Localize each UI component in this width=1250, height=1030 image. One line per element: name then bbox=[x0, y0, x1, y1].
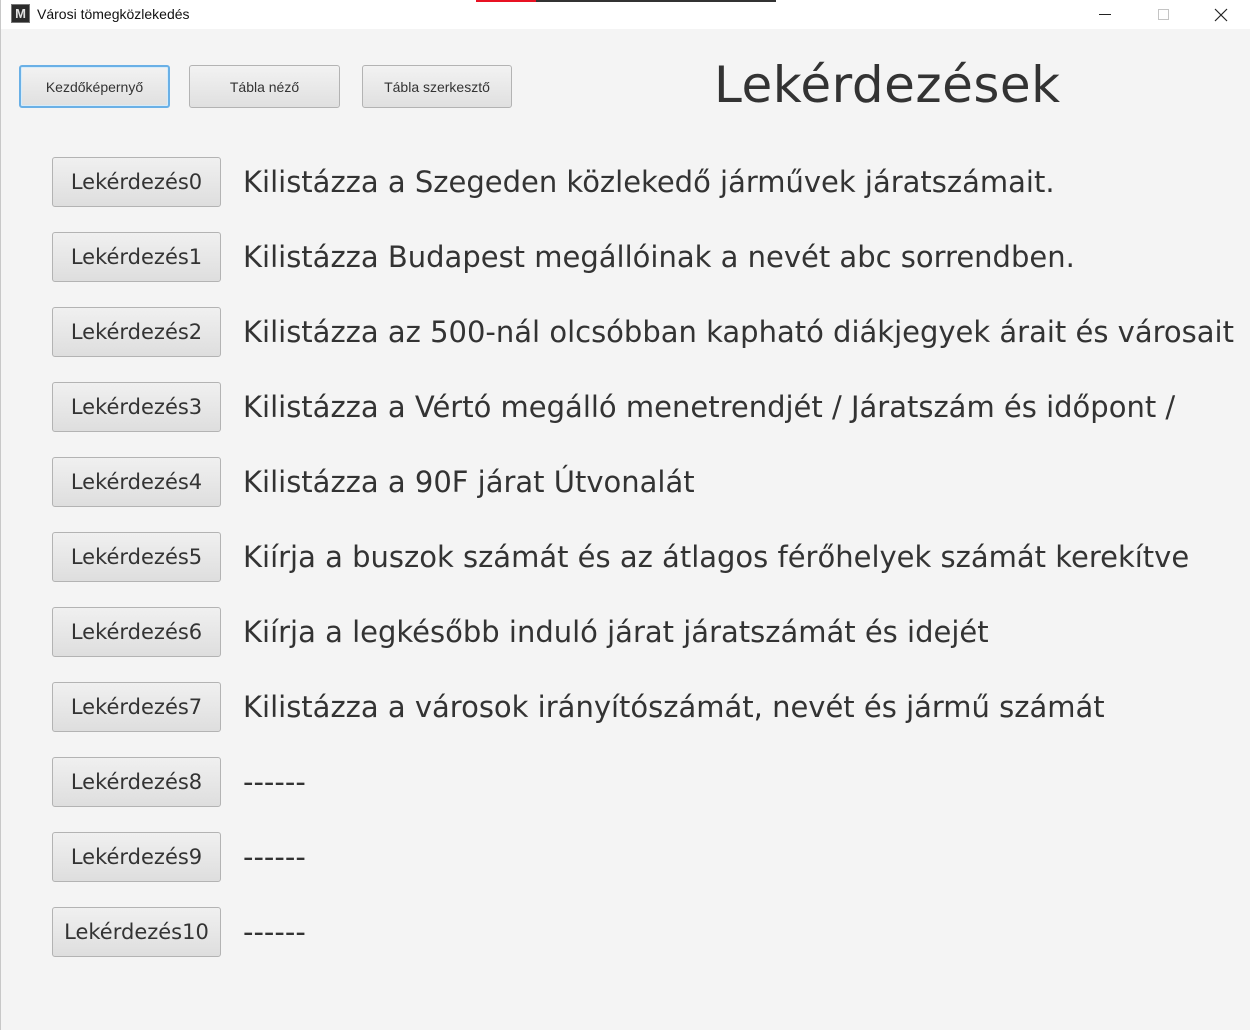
query-description-6: Kiírja a legkésőbb induló járat járatszá… bbox=[243, 615, 989, 649]
minimize-icon[interactable] bbox=[1082, 0, 1128, 29]
query-description-7: Kilistázza a városok irányítószámát, nev… bbox=[243, 690, 1105, 724]
query-button-4[interactable]: Lekérdezés4 bbox=[52, 457, 221, 507]
title-bar-accent bbox=[476, 0, 776, 2]
close-icon[interactable] bbox=[1198, 0, 1244, 29]
query-description-9: ------ bbox=[243, 840, 306, 874]
query-description-1: Kilistázza Budapest megállóinak a nevét … bbox=[243, 240, 1075, 274]
query-description-5: Kiírja a buszok számát és az átlagos fér… bbox=[243, 540, 1190, 574]
maximize-icon[interactable] bbox=[1140, 0, 1186, 29]
page-title: Lekérdezések bbox=[714, 56, 1061, 114]
query-button-8[interactable]: Lekérdezés8 bbox=[52, 757, 221, 807]
app-window: M Városi tömegközlekedés Kezdőképernyő T… bbox=[0, 0, 1250, 1030]
table-view-button[interactable]: Tábla néző bbox=[189, 65, 340, 108]
query-description-0: Kilistázza a Szegeden közlekedő járművek… bbox=[243, 165, 1055, 199]
query-description-4: Kilistázza a 90F járat Útvonalát bbox=[243, 465, 695, 499]
title-bar[interactable]: M Városi tömegközlekedés bbox=[1, 0, 1250, 29]
query-button-2[interactable]: Lekérdezés2 bbox=[52, 307, 221, 357]
query-description-10: ------ bbox=[243, 915, 306, 949]
query-button-0[interactable]: Lekérdezés0 bbox=[52, 157, 221, 207]
query-button-5[interactable]: Lekérdezés5 bbox=[52, 532, 221, 582]
query-description-8: ------ bbox=[243, 765, 306, 799]
query-button-1[interactable]: Lekérdezés1 bbox=[52, 232, 221, 282]
query-description-2: Kilistázza az 500-nál olcsóbban kapható … bbox=[243, 315, 1234, 349]
window-title: Városi tömegközlekedés bbox=[37, 6, 190, 22]
app-icon: M bbox=[11, 4, 30, 23]
query-button-3[interactable]: Lekérdezés3 bbox=[52, 382, 221, 432]
home-button[interactable]: Kezdőképernyő bbox=[19, 65, 170, 108]
query-button-6[interactable]: Lekérdezés6 bbox=[52, 607, 221, 657]
table-edit-button[interactable]: Tábla szerkesztő bbox=[362, 65, 512, 108]
query-button-10[interactable]: Lekérdezés10 bbox=[52, 907, 221, 957]
query-button-9[interactable]: Lekérdezés9 bbox=[52, 832, 221, 882]
query-description-3: Kilistázza a Vértó megálló menetrendjét … bbox=[243, 390, 1176, 424]
query-button-7[interactable]: Lekérdezés7 bbox=[52, 682, 221, 732]
